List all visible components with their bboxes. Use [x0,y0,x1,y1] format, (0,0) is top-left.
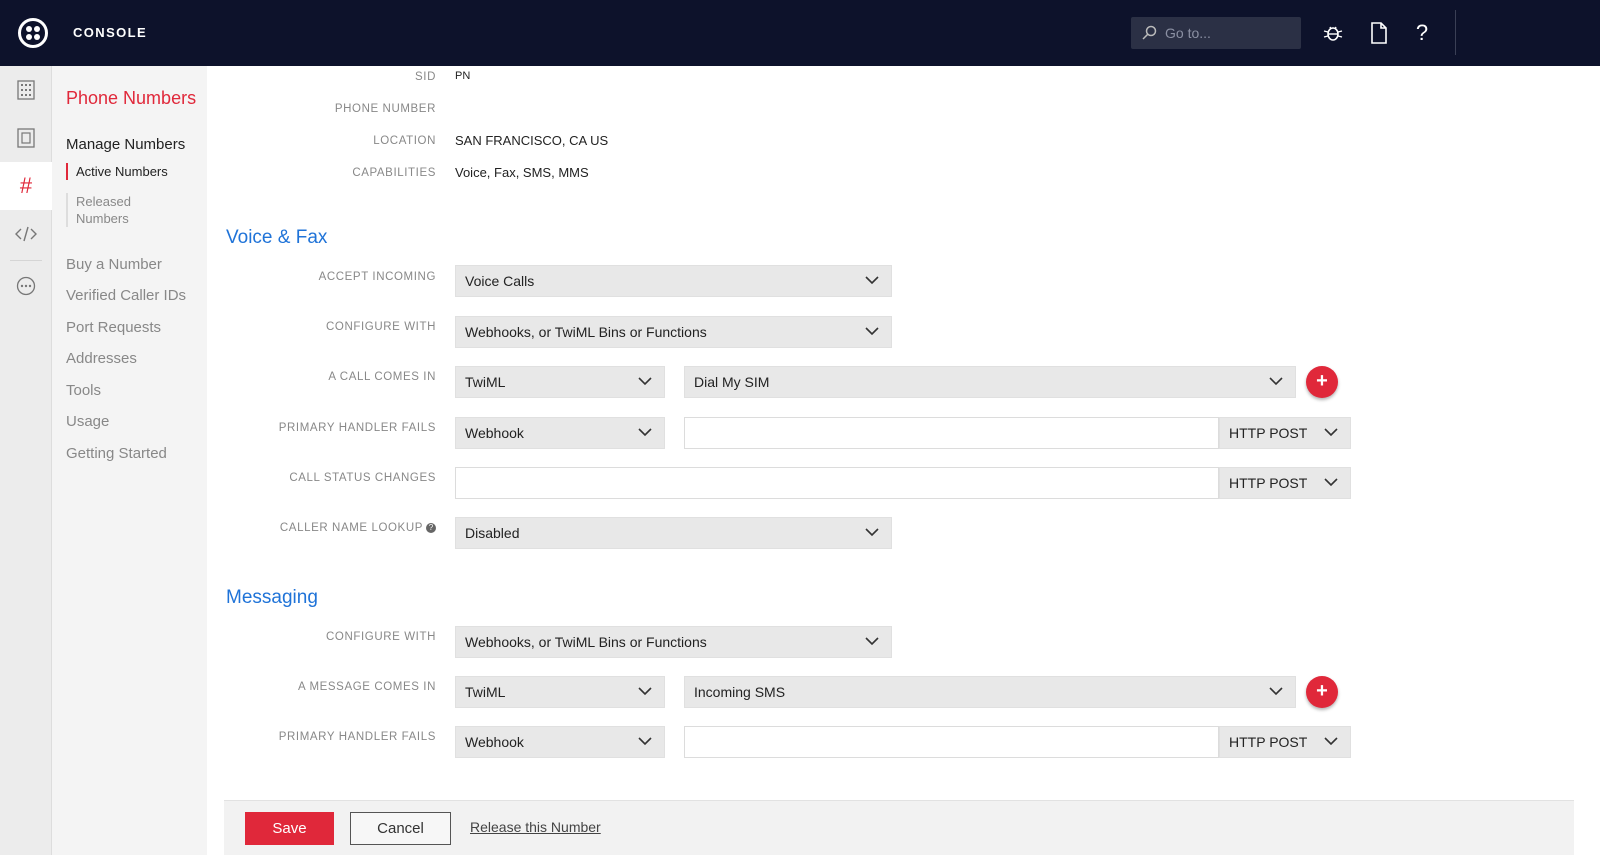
call-comes-in-type-value: TwiML [465,374,506,390]
form-footer: Save Cancel Release this Number [224,800,1574,855]
save-button[interactable]: Save [245,812,334,845]
voice-configure-value: Webhooks, or TwiML Bins or Functions [465,324,707,340]
call-comes-in-type-select[interactable]: TwiML [455,366,665,398]
cancel-button[interactable]: Cancel [350,812,451,845]
sidebar-item-port-requests[interactable]: Port Requests [66,319,161,336]
voice-primary-fails-type-select[interactable]: Webhook [455,417,665,449]
capabilities-value: Voice, Fax, SMS, MMS [455,165,589,180]
capabilities-label: CAPABILITIES [352,167,436,179]
dashboard-grid-icon[interactable] [0,66,52,114]
message-comes-in-bin-select[interactable]: Incoming SMS [684,676,1296,708]
call-status-changes-method-value: HTTP POST [1229,475,1308,491]
call-comes-in-bin-value: Dial My SIM [694,374,770,390]
phone-number-label: PHONE NUMBER [334,103,436,115]
help-circle-icon[interactable]: ? [426,523,436,533]
code-icon[interactable] [0,210,52,258]
call-status-changes-label: CALL STATUS CHANGES [289,472,436,484]
messaging-configure-label: CONFIGURE WITH [326,631,436,643]
message-comes-in-label: A MESSAGE COMES IN [298,681,436,693]
add-messaging-bin-button[interactable]: + [1306,676,1338,708]
messaging-primary-fails-type-select[interactable]: Webhook [455,726,665,758]
caller-name-lookup-select[interactable]: Disabled [455,517,892,549]
voice-primary-fails-method-value: HTTP POST [1229,425,1308,441]
chevron-down-icon [865,276,879,285]
chevron-down-icon [865,528,879,537]
messaging-primary-fails-method-select[interactable]: HTTP POST [1219,726,1351,758]
caller-name-lookup-value: Disabled [465,525,520,541]
voice-primary-fails-url-input[interactable] [684,417,1219,449]
main-content: SID PN PHONE NUMBER LOCATION SAN FRANCIS… [207,66,1600,855]
voice-configure-label: CONFIGURE WITH [326,321,436,333]
chevron-down-icon [1269,687,1283,696]
voice-primary-fails-method-select[interactable]: HTTP POST [1219,417,1351,449]
chevron-down-icon [1324,428,1338,437]
chevron-down-icon [865,327,879,336]
message-comes-in-bin-value: Incoming SMS [694,684,786,700]
sidebar-item-tools[interactable]: Tools [66,382,101,399]
chevron-down-icon [1324,737,1338,746]
top-bar: CONSOLE Go to... ? [0,0,1600,66]
sid-label: SID [415,71,436,83]
message-comes-in-type-select[interactable]: TwiML [455,676,665,708]
sidebar-nav: Phone Numbers Manage Numbers Active Numb… [52,66,207,855]
location-value: SAN FRANCISCO, CA US [455,133,609,148]
document-icon[interactable] [0,114,52,162]
chevron-down-icon [1269,377,1283,386]
rail-divider [10,260,42,261]
call-comes-in-bin-select[interactable]: Dial My SIM [684,366,1296,398]
search-placeholder: Go to... [1165,25,1211,41]
messaging-heading: Messaging [226,587,318,608]
sidebar-item-active-numbers[interactable]: Active Numbers [66,163,196,180]
product-rail: # [0,66,52,855]
accept-incoming-label: ACCEPT INCOMING [318,271,436,283]
sidebar-item-released-numbers[interactable]: Released Numbers [66,193,138,227]
location-label: LOCATION [373,135,436,147]
search-icon [1142,25,1157,40]
messaging-primary-fails-method-value: HTTP POST [1229,734,1308,750]
sidebar-group-manage-numbers[interactable]: Manage Numbers [66,136,185,153]
chevron-down-icon [1324,478,1338,487]
message-comes-in-type-value: TwiML [465,684,506,700]
messaging-configure-value: Webhooks, or TwiML Bins or Functions [465,634,707,650]
chevron-down-icon [865,637,879,646]
docs-icon[interactable] [1366,20,1392,46]
sidebar-title[interactable]: Phone Numbers [66,88,196,109]
chevron-down-icon [638,428,652,437]
sidebar-item-getting-started[interactable]: Getting Started [66,445,167,462]
goto-search-input[interactable]: Go to... [1131,17,1301,49]
messaging-configure-select[interactable]: Webhooks, or TwiML Bins or Functions [455,626,892,658]
chevron-down-icon [638,737,652,746]
chevron-down-icon [638,687,652,696]
debugger-bug-icon[interactable] [1320,20,1346,46]
messaging-primary-fails-label: PRIMARY HANDLER FAILS [278,731,436,743]
voice-primary-fails-type-value: Webhook [465,425,524,441]
call-comes-in-label: A CALL COMES IN [328,371,436,383]
console-brand[interactable]: CONSOLE [73,25,147,40]
messaging-primary-fails-url-input[interactable] [684,726,1219,758]
call-status-changes-method-select[interactable]: HTTP POST [1219,467,1351,499]
sidebar-item-buy-a-number[interactable]: Buy a Number [66,256,162,273]
caller-name-lookup-label: CALLER NAME LOOKUP? [280,522,436,534]
voice-primary-fails-label: PRIMARY HANDLER FAILS [278,422,436,434]
call-status-changes-url-input[interactable] [455,467,1219,499]
hash-icon[interactable]: # [0,162,52,210]
voice-configure-select[interactable]: Webhooks, or TwiML Bins or Functions [455,316,892,348]
voice-fax-heading: Voice & Fax [226,227,328,248]
more-icon[interactable] [0,262,52,310]
twilio-logo[interactable] [18,18,48,48]
sidebar-item-usage[interactable]: Usage [66,413,109,430]
release-number-link[interactable]: Release this Number [470,819,601,835]
help-icon[interactable]: ? [1409,20,1435,46]
sidebar-item-addresses[interactable]: Addresses [66,350,137,367]
messaging-primary-fails-type-value: Webhook [465,734,524,750]
accept-incoming-select[interactable]: Voice Calls [455,265,892,297]
add-twiml-bin-button[interactable]: + [1306,366,1338,398]
header-divider [1455,10,1456,55]
sidebar-item-verified-caller-ids[interactable]: Verified Caller IDs [66,287,186,304]
sid-value: PN [455,70,471,82]
accept-incoming-value: Voice Calls [465,273,535,289]
chevron-down-icon [638,377,652,386]
